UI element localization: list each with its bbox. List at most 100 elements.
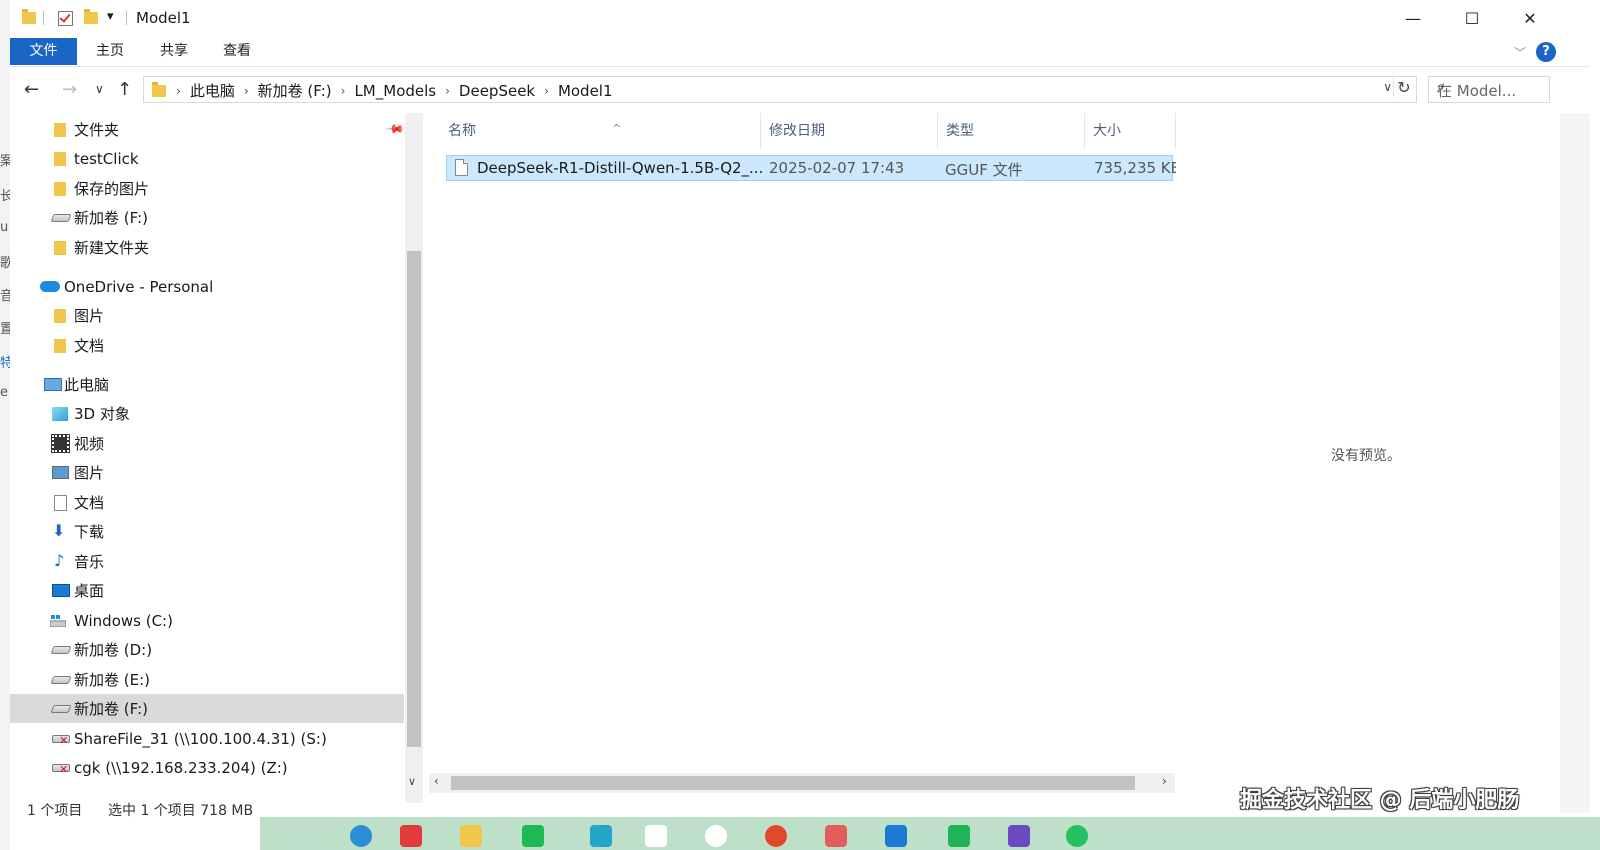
scroll-left-arrow[interactable]: ‹ [434, 774, 439, 788]
search-input[interactable]: 在 Model... ⌕ [1428, 76, 1550, 103]
item-count: 1 个项目 [27, 803, 83, 819]
breadcrumb-deepseek[interactable]: DeepSeek [452, 82, 542, 100]
sidebar-item-folder[interactable]: 文件夹 📌 [10, 115, 406, 144]
up-button[interactable]: ↑ [117, 79, 132, 100]
app-icon[interactable] [705, 825, 727, 847]
folder-icon [152, 81, 166, 97]
documents-icon [54, 494, 67, 511]
tab-share[interactable]: 共享 [154, 38, 194, 65]
help-button[interactable]: ? [1536, 42, 1556, 62]
title-bar: ▾ Model1 — ☐ ✕ [10, 0, 1590, 38]
sidebar-item-onedrive-documents[interactable]: 文档 [10, 331, 404, 360]
horizontal-scrollbar[interactable]: ‹ › [429, 773, 1175, 793]
sidebar-item-drive-f-quick[interactable]: 新加卷 (F:) [10, 203, 404, 232]
sidebar-item-videos[interactable]: 视频 [10, 429, 404, 458]
breadcrumb-model1[interactable]: Model1 [551, 82, 620, 100]
3d-objects-icon [52, 406, 68, 421]
folder-icon [54, 308, 66, 323]
sidebar-item-label: testClick [74, 149, 139, 168]
sidebar-item-onedrive[interactable]: OneDrive - Personal [10, 272, 404, 301]
wechat-icon[interactable] [1066, 825, 1088, 847]
selection-info: 选中 1 个项目 718 MB [108, 803, 254, 819]
sidebar-item-drive-c[interactable]: Windows (C:) [10, 606, 404, 635]
folder-icon[interactable] [22, 9, 36, 24]
sidebar-item-desktop[interactable]: 桌面 [10, 576, 404, 605]
sidebar-item-sharefile-s[interactable]: ShareFile_31 (\\100.100.4.31) (S:) [10, 724, 404, 753]
app-icon[interactable] [885, 825, 907, 847]
column-header-type[interactable]: 类型 [938, 113, 1085, 149]
app-icon[interactable] [1008, 825, 1030, 847]
customize-quick-access-button[interactable]: ▾ [107, 9, 114, 24]
navigation-pane-scrollbar[interactable]: ∨ [405, 113, 423, 803]
app-icon[interactable] [765, 825, 787, 847]
column-header-name[interactable]: 名称 ^ [440, 113, 761, 149]
sidebar-item-3d-objects[interactable]: 3D 对象 [10, 399, 404, 428]
new-folder-icon[interactable] [84, 9, 98, 24]
minimize-button[interactable]: — [1390, 0, 1436, 36]
forward-button[interactable]: → [62, 79, 77, 100]
breadcrumb-lm-models[interactable]: LM_Models [347, 82, 443, 100]
recent-locations-button[interactable]: ∨ [95, 82, 104, 96]
sidebar-item-label: 此电脑 [64, 376, 110, 394]
maximize-button[interactable]: ☐ [1449, 0, 1495, 36]
back-button[interactable]: ← [24, 79, 39, 100]
sidebar-item-cgk-z[interactable]: cgk (\\192.168.233.204) (Z:) [10, 753, 404, 782]
sidebar-item-drive-e[interactable]: 新加卷 (E:) [10, 665, 404, 694]
breadcrumb-drive-f[interactable]: 新加卷 (F:) [251, 80, 339, 101]
sidebar-item-label: OneDrive - Personal [64, 277, 214, 296]
address-bar[interactable]: › 此电脑 › 新加卷 (F:) › LM_Models › DeepSeek … [143, 76, 1417, 103]
sidebar-item-downloads[interactable]: ⬇ 下载 [10, 517, 404, 546]
app-icon[interactable] [948, 825, 970, 847]
properties-icon[interactable] [58, 11, 73, 26]
tab-file[interactable]: 文件 [10, 38, 77, 65]
scroll-down-arrow[interactable]: ∨ [408, 775, 416, 788]
sidebar-item-saved-pictures[interactable]: 保存的图片 [10, 174, 404, 203]
breadcrumb-separator[interactable]: › [542, 84, 551, 98]
sidebar-item-new-folder[interactable]: 新建文件夹 [10, 233, 404, 262]
sidebar-item-onedrive-pictures[interactable]: 图片 [10, 301, 404, 330]
app-icon[interactable] [590, 825, 612, 847]
sidebar-item-testclick[interactable]: testClick [10, 144, 404, 173]
scrollbar-thumb[interactable] [451, 776, 1135, 790]
folder-icon [54, 338, 66, 353]
pin-icon: 📌 [385, 118, 406, 140]
ribbon-tabs: 文件 主页 共享 查看 ﹀ ? [10, 38, 1590, 67]
breadcrumb-separator[interactable]: › [174, 84, 183, 98]
sidebar-item-drive-d[interactable]: 新加卷 (D:) [10, 635, 404, 664]
app-icon[interactable] [400, 825, 422, 847]
navigation-pane: 文件夹 📌 testClick 保存的图片 新加卷 (F:) 新建文件夹 One… [10, 113, 422, 803]
tab-view[interactable]: 查看 [217, 38, 257, 65]
breadcrumb-this-pc[interactable]: 此电脑 [183, 80, 242, 101]
sidebar-item-label: 新加卷 (E:) [74, 671, 151, 689]
file-explorer-icon[interactable] [460, 825, 482, 847]
breadcrumb-separator[interactable]: › [339, 84, 348, 98]
scroll-right-arrow[interactable]: › [1162, 774, 1167, 788]
sidebar-item-music[interactable]: ♪ 音乐 [10, 547, 404, 576]
edge-char: u [0, 220, 9, 235]
search-icon: ⌕ [1437, 79, 1445, 95]
file-name: DeepSeek-R1-Distill-Qwen-1.5B-Q2_... [477, 159, 764, 177]
sidebar-item-drive-f[interactable]: 新加卷 (F:) [10, 694, 404, 723]
sidebar-item-label: Windows (C:) [74, 611, 173, 630]
sidebar-item-pictures[interactable]: 图片 [10, 458, 404, 487]
tab-home[interactable]: 主页 [90, 38, 130, 65]
breadcrumb-separator[interactable]: › [443, 84, 452, 98]
refresh-button[interactable]: ↻ [1393, 78, 1414, 97]
address-dropdown-button[interactable]: ∨ [1383, 80, 1392, 94]
sidebar-item-documents[interactable]: 文档 [10, 488, 404, 517]
expand-ribbon-button[interactable]: ﹀ [1514, 44, 1526, 61]
column-header-size[interactable]: 大小 [1085, 113, 1176, 149]
pc-icon [44, 378, 62, 391]
app-icon[interactable] [825, 825, 847, 847]
scrollbar-thumb[interactable] [407, 251, 421, 747]
app-icon[interactable] [645, 825, 667, 847]
sidebar-item-this-pc[interactable]: 此电脑 [10, 370, 404, 399]
table-row[interactable]: DeepSeek-R1-Distill-Qwen-1.5B-Q2_... 202… [446, 155, 1181, 181]
app-icon[interactable] [522, 825, 544, 847]
browser-icon[interactable] [350, 825, 372, 847]
breadcrumb-separator[interactable]: › [242, 84, 251, 98]
folder-icon [54, 122, 66, 137]
column-header-date[interactable]: 修改日期 [761, 113, 938, 149]
close-button[interactable]: ✕ [1507, 0, 1553, 36]
sort-indicator: ^ [612, 122, 622, 135]
